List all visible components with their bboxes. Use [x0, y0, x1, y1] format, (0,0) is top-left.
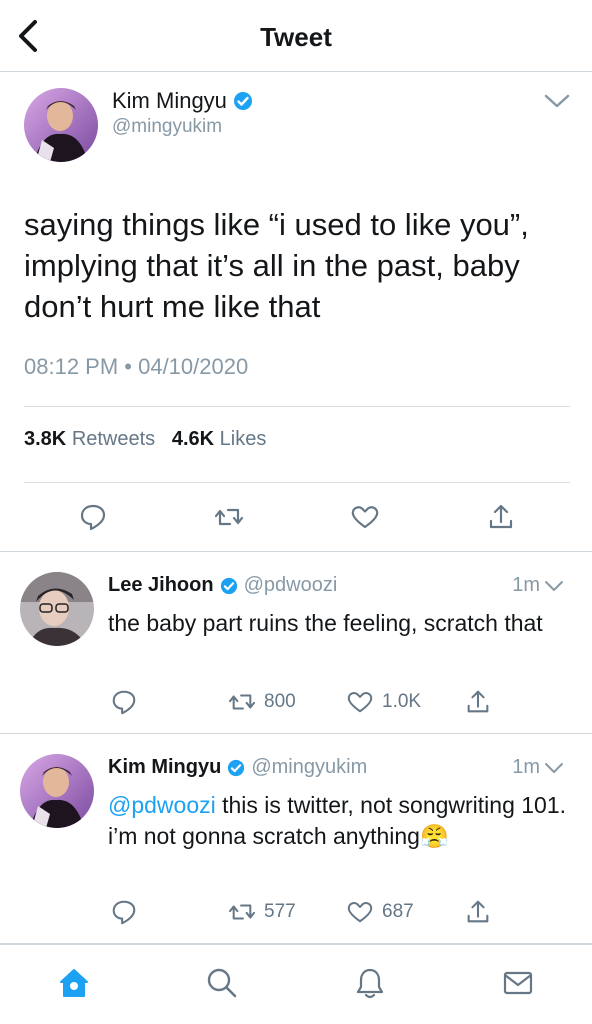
- author-handle[interactable]: @pdwoozi: [244, 574, 338, 597]
- author-name[interactable]: Kim Mingyu: [112, 88, 253, 114]
- notifications-icon: [356, 968, 384, 999]
- avatar[interactable]: [20, 754, 94, 828]
- retweet-icon[interactable]: [228, 690, 256, 714]
- share-icon[interactable]: [464, 898, 492, 926]
- top-bar: Tweet: [0, 0, 592, 72]
- reply-actions: 577 687: [0, 898, 592, 928]
- likes-label: Likes: [219, 428, 267, 450]
- reply-text: @pdwoozi this is twitter, not songwritin…: [108, 790, 568, 852]
- reply-icon[interactable]: [78, 502, 108, 532]
- like-count: 687: [382, 901, 414, 922]
- verified-badge-icon: [233, 92, 252, 110]
- reply-actions: 800 1.0K: [0, 688, 592, 718]
- author-handle[interactable]: @mingyukim: [251, 756, 367, 779]
- emoji: 😤: [419, 823, 449, 849]
- avatar[interactable]: [24, 88, 98, 162]
- divider: [24, 406, 570, 407]
- nav-search[interactable]: [202, 963, 242, 1003]
- share-icon[interactable]: [464, 688, 492, 716]
- reply-time: 1m: [512, 574, 564, 597]
- nav-home[interactable]: [54, 963, 94, 1003]
- main-tweet: Kim Mingyu @mingyukim saying things like…: [0, 72, 592, 552]
- heart-icon[interactable]: [350, 504, 380, 530]
- tweet-actions: [0, 500, 592, 536]
- chevron-down-icon[interactable]: [544, 579, 564, 593]
- chevron-down-icon[interactable]: [544, 761, 564, 775]
- tweet-text: saying things like “i used to like you”,…: [24, 207, 529, 324]
- retweets-label: Retweets: [71, 428, 156, 450]
- heart-icon[interactable]: [346, 690, 374, 714]
- reply-text: the baby part ruins the feeling, scratch…: [108, 610, 543, 636]
- mention-link[interactable]: @pdwoozi: [108, 792, 216, 818]
- share-icon[interactable]: [486, 502, 516, 532]
- author-name-text: Kim Mingyu: [112, 88, 227, 113]
- reply-icon[interactable]: [110, 688, 138, 716]
- divider: [24, 482, 570, 483]
- reply-header: Kim Mingyu @mingyukim: [108, 756, 367, 779]
- home-icon: [60, 969, 88, 997]
- chevron-down-icon[interactable]: [542, 90, 572, 112]
- reply-time-text: 1m: [512, 574, 540, 596]
- author-handle[interactable]: @mingyukim: [112, 116, 222, 138]
- reply-icon[interactable]: [110, 898, 138, 926]
- heart-icon[interactable]: [346, 900, 374, 924]
- tweet-stats: 3.8K Retweets 4.6K Likes: [24, 428, 266, 451]
- retweets-stat[interactable]: 3.8K Retweets: [24, 428, 155, 450]
- search-icon: [207, 968, 237, 998]
- reply-time: 1m: [512, 756, 564, 779]
- avatar[interactable]: [20, 572, 94, 646]
- verified-badge-icon: [220, 577, 237, 594]
- author-name[interactable]: Lee Jihoon: [108, 574, 214, 597]
- reply-header: Lee Jihoon @pdwoozi: [108, 574, 337, 597]
- like-count: 1.0K: [382, 691, 422, 712]
- page-title: Tweet: [260, 22, 332, 52]
- author-name[interactable]: Kim Mingyu: [108, 756, 221, 779]
- nav-notifications[interactable]: [350, 963, 390, 1003]
- retweet-icon[interactable]: [214, 504, 244, 530]
- bottom-nav: [0, 944, 592, 1024]
- reply-tweet[interactable]: Kim Mingyu @mingyukim 1m @pdwoozi this i…: [0, 734, 592, 944]
- reply-tweet[interactable]: Lee Jihoon @pdwoozi 1m the baby part rui…: [0, 552, 592, 734]
- retweet-count: 800: [264, 691, 296, 712]
- reply-time-text: 1m: [512, 756, 540, 778]
- retweet-icon[interactable]: [228, 900, 256, 924]
- nav-messages[interactable]: [498, 963, 538, 1003]
- likes-stat[interactable]: 4.6K Likes: [172, 428, 267, 450]
- retweets-count: 3.8K: [24, 428, 67, 450]
- retweet-count: 577: [264, 901, 296, 922]
- verified-badge-icon: [228, 759, 245, 776]
- likes-count: 4.6K: [171, 428, 215, 450]
- tweet-timestamp[interactable]: 08:12 PM • 04/10/2020: [24, 354, 248, 380]
- messages-icon: [503, 971, 533, 995]
